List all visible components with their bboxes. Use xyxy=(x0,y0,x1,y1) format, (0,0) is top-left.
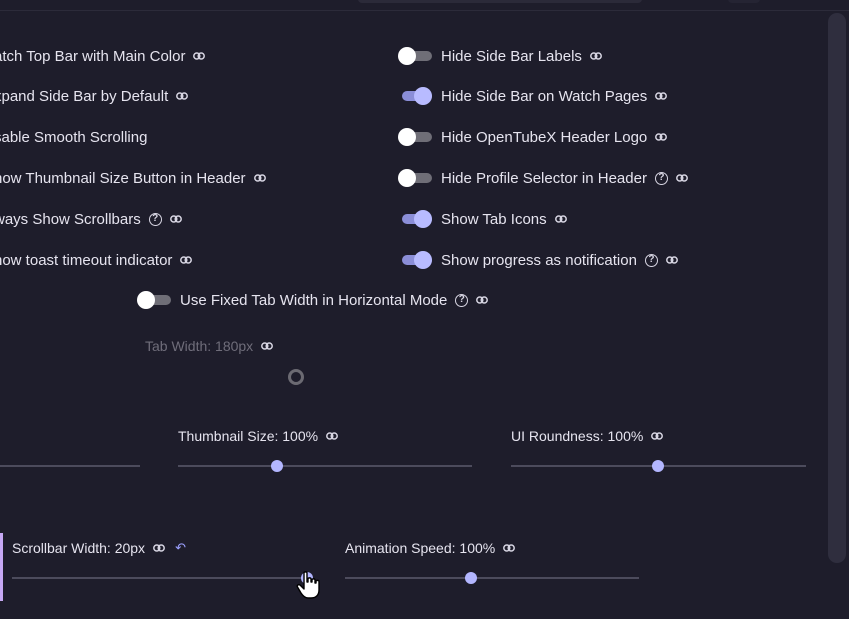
thumbnail-size-setting: Thumbnail Size: 100% xyxy=(178,428,339,444)
setting-row-expand-side-bar[interactable]: xpand Side Bar by Default xyxy=(0,85,189,107)
link-icon xyxy=(261,341,274,351)
help-icon[interactable]: ? xyxy=(455,293,469,307)
toggle-switch[interactable] xyxy=(398,169,432,187)
setting-row-show-tab-icons[interactable]: Show Tab Icons xyxy=(398,208,567,230)
slider-track-offscreen[interactable] xyxy=(0,465,140,467)
setting-label: Hide Side Bar Labels xyxy=(441,47,582,65)
setting-label: Show Tab Icons xyxy=(441,210,547,228)
link-icon[interactable] xyxy=(675,173,688,183)
focus-indicator xyxy=(0,533,3,601)
toggle-switch[interactable] xyxy=(398,128,432,146)
setting-row-progress-notification[interactable]: Show progress as notification ? xyxy=(398,249,678,271)
toggle-switch[interactable] xyxy=(398,251,432,269)
ui-roundness-label: UI Roundness: 100% xyxy=(511,428,644,444)
link-icon[interactable] xyxy=(589,51,602,61)
thumbnail-size-thumb[interactable] xyxy=(271,460,283,472)
animation-speed-label: Animation Speed: 100% xyxy=(345,540,496,556)
scrollbar-width-label: Scrollbar Width: 20px xyxy=(12,540,146,556)
top-divider xyxy=(0,10,849,11)
setting-label: Hide Profile Selector in Header xyxy=(441,169,647,187)
setting-label: how toast timeout indicator xyxy=(0,251,173,269)
link-icon[interactable] xyxy=(180,255,193,265)
setting-label: xpand Side Bar by Default xyxy=(0,87,169,105)
setting-row-hide-header-logo[interactable]: Hide OpenTubeX Header Logo xyxy=(398,126,668,148)
setting-label: Use Fixed Tab Width in Horizontal Mode xyxy=(180,291,448,309)
toggle-switch[interactable] xyxy=(398,87,432,105)
setting-label: Hide Side Bar on Watch Pages xyxy=(441,87,648,105)
animation-speed-setting: Animation Speed: 100% xyxy=(345,540,516,556)
link-icon[interactable] xyxy=(153,543,166,553)
link-icon[interactable] xyxy=(503,543,516,553)
scrollbar-width-slider[interactable] xyxy=(12,577,310,579)
link-icon[interactable] xyxy=(253,173,266,183)
reset-icon[interactable]: ↶ xyxy=(175,540,186,556)
help-icon[interactable]: ? xyxy=(644,253,658,267)
thumbnail-size-slider[interactable] xyxy=(178,465,472,467)
hand-cursor-icon xyxy=(296,571,320,599)
link-icon[interactable] xyxy=(326,431,339,441)
disabled-slider-thumb xyxy=(288,369,304,385)
setting-row-hide-side-bar-labels[interactable]: Hide Side Bar Labels xyxy=(398,45,602,67)
setting-row-hide-profile-selector[interactable]: Hide Profile Selector in Header ? xyxy=(398,167,688,189)
link-icon[interactable] xyxy=(665,255,678,265)
setting-row-show-scrollbars[interactable]: ways Show Scrollbars ? xyxy=(0,208,182,230)
setting-row-hide-side-bar-watch[interactable]: Hide Side Bar on Watch Pages xyxy=(398,85,668,107)
help-icon[interactable]: ? xyxy=(148,212,162,226)
link-icon[interactable] xyxy=(193,51,206,61)
setting-row-toast-timeout[interactable]: how toast timeout indicator xyxy=(0,249,193,271)
link-icon[interactable] xyxy=(554,214,567,224)
toggle-switch[interactable] xyxy=(398,47,432,65)
setting-label: Show progress as notification xyxy=(441,251,637,269)
setting-row-smooth-scrolling[interactable]: sable Smooth Scrolling xyxy=(0,126,147,148)
setting-label: Hide OpenTubeX Header Logo xyxy=(441,128,648,146)
topbar-button[interactable] xyxy=(728,0,760,3)
setting-label: how Thumbnail Size Button in Header xyxy=(0,169,246,187)
scrollbar-width-setting: Scrollbar Width: 20px ↶ xyxy=(12,540,186,556)
link-icon[interactable] xyxy=(655,91,668,101)
setting-label: ways Show Scrollbars xyxy=(0,210,141,228)
scrollbar[interactable] xyxy=(828,13,846,563)
setting-label: sable Smooth Scrolling xyxy=(0,128,148,146)
tab-width-label: Tab Width: 180px xyxy=(145,338,254,354)
animation-speed-thumb[interactable] xyxy=(465,572,477,584)
link-icon[interactable] xyxy=(169,214,182,224)
thumbnail-size-label: Thumbnail Size: 100% xyxy=(178,428,319,444)
help-icon[interactable]: ? xyxy=(654,171,668,185)
ui-roundness-thumb[interactable] xyxy=(652,460,664,472)
setting-label: atch Top Bar with Main Color xyxy=(0,47,186,65)
toggle-switch[interactable] xyxy=(398,210,432,228)
link-icon[interactable] xyxy=(176,91,189,101)
link-icon[interactable] xyxy=(655,132,668,142)
tab-width-setting: Tab Width: 180px xyxy=(145,338,274,354)
toggle-switch[interactable] xyxy=(137,291,171,309)
link-icon[interactable] xyxy=(651,431,664,441)
animation-speed-slider[interactable] xyxy=(345,577,639,579)
setting-row-thumbnail-size-button[interactable]: how Thumbnail Size Button in Header xyxy=(0,167,266,189)
search-bar[interactable] xyxy=(358,0,642,3)
link-icon[interactable] xyxy=(476,295,489,305)
ui-roundness-setting: UI Roundness: 100% xyxy=(511,428,664,444)
setting-row-fixed-tab-width[interactable]: Use Fixed Tab Width in Horizontal Mode ? xyxy=(137,289,489,311)
setting-row-match-top-bar[interactable]: atch Top Bar with Main Color xyxy=(0,45,206,67)
